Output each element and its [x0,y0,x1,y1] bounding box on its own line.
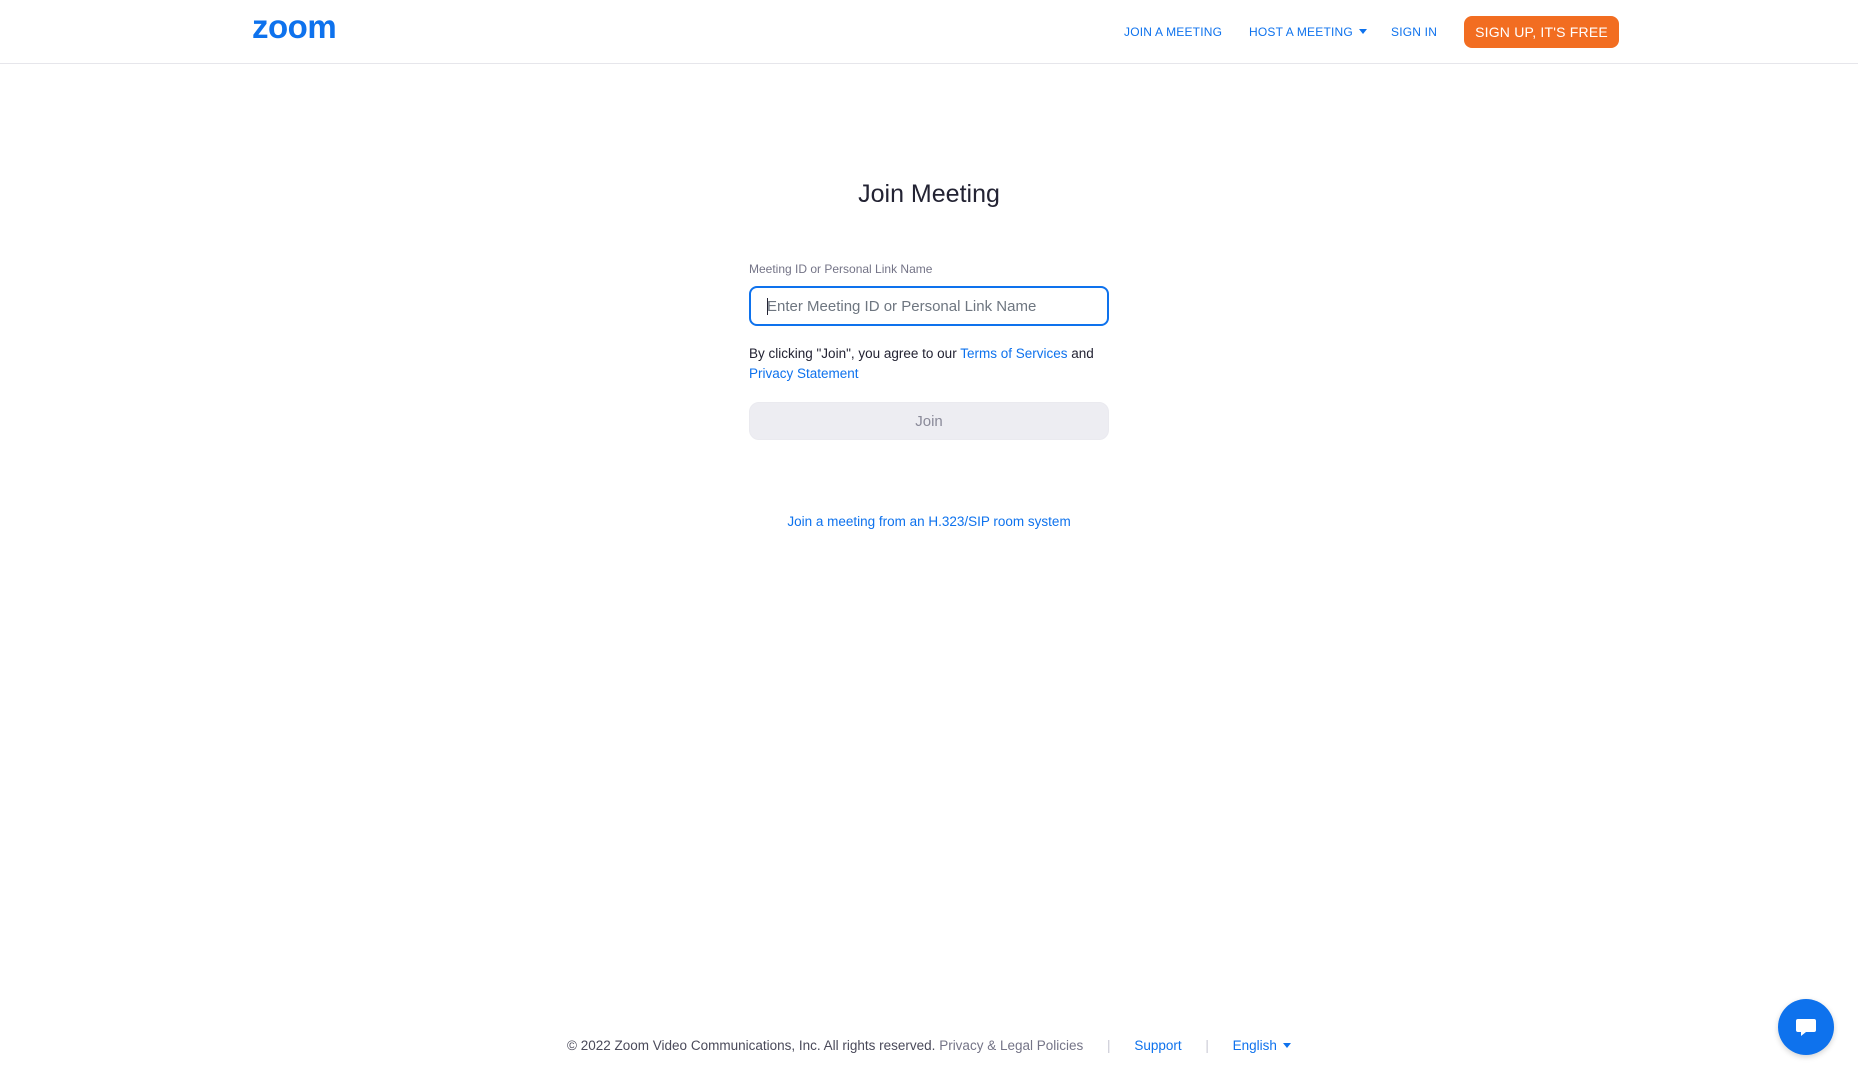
text-cursor [767,298,768,315]
terms-and: and [1067,346,1094,361]
sip-room-system-link[interactable]: Join a meeting from an H.323/SIP room sy… [787,514,1070,529]
caret-down-icon [1282,1042,1291,1048]
nav-host-meeting[interactable]: HOST A MEETING [1249,0,1367,64]
caret-down-icon [1358,29,1367,35]
join-button[interactable]: Join [749,402,1109,440]
language-selector[interactable]: English [1233,1038,1291,1053]
terms-notice: By clicking "Join", you agree to our Ter… [749,344,1110,384]
footer: © 2022 Zoom Video Communications, Inc. A… [0,1038,1858,1053]
terms-of-service-link[interactable]: Terms of Services [960,346,1067,361]
page: zoom JOIN A MEETING HOST A MEETING SIGN … [0,0,1858,1080]
privacy-statement-link[interactable]: Privacy Statement [749,366,859,381]
chat-button[interactable] [1778,999,1834,1055]
nav-sign-in[interactable]: SIGN IN [1391,0,1437,64]
zoom-logo-icon: zoom [252,13,337,43]
top-header: zoom JOIN A MEETING HOST A MEETING SIGN … [0,0,1858,64]
copyright-text: © 2022 Zoom Video Communications, Inc. A… [567,1038,936,1053]
meeting-id-label: Meeting ID or Personal Link Name [749,262,933,276]
terms-prefix: By clicking "Join", you agree to our [749,346,961,361]
meeting-id-field[interactable] [749,286,1109,326]
footer-separator: | [1107,1038,1111,1053]
zoom-logo[interactable]: zoom [252,13,364,43]
privacy-legal-link[interactable]: Privacy & Legal Policies [939,1038,1083,1053]
svg-text:zoom: zoom [252,13,336,43]
chat-bubble-icon [1796,1019,1816,1036]
sip-link-row: Join a meeting from an H.323/SIP room sy… [0,514,1858,529]
language-label: English [1232,1038,1277,1053]
join-form: Meeting ID or Personal Link Name By clic… [749,262,1110,440]
meeting-id-input[interactable] [751,288,1107,324]
support-link[interactable]: Support [1134,1038,1181,1053]
signup-button[interactable]: SIGN UP, IT'S FREE [1464,16,1619,48]
nav-join-meeting[interactable]: JOIN A MEETING [1124,0,1222,64]
page-title: Join Meeting [858,180,1000,208]
nav-host-meeting-label: HOST A MEETING [1249,25,1353,39]
footer-separator: | [1205,1038,1209,1053]
